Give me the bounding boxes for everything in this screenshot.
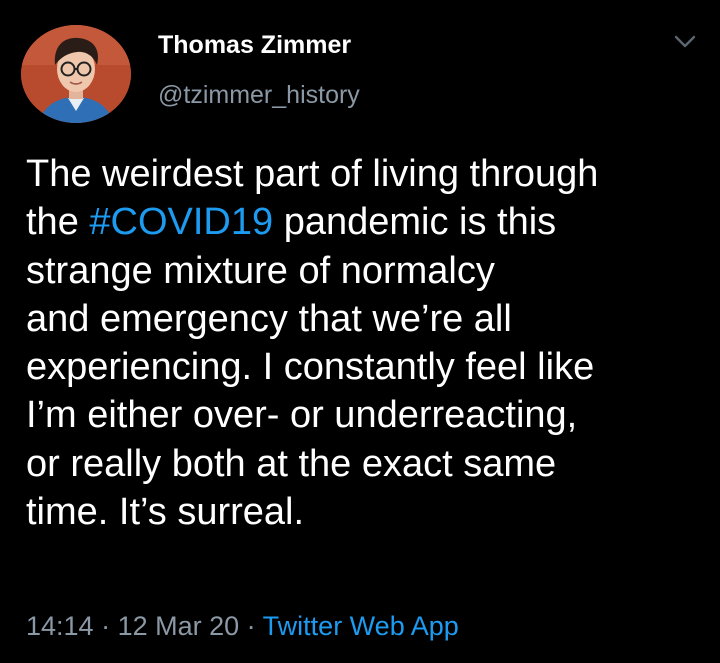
tweet-text-segment: the (26, 201, 90, 244)
tweet-line: The weirdest part of living through (26, 153, 599, 195)
profile-photo-icon (21, 25, 131, 123)
user-info: Thomas Zimmer @tzimmer_history (158, 30, 360, 110)
meta-separator: · (93, 611, 118, 641)
chevron-down-icon[interactable] (673, 32, 697, 52)
meta-separator: · (239, 611, 263, 641)
tweet-text: The weirdest part of living through the … (26, 150, 706, 536)
tweet-line: or really both at the exact same (26, 442, 557, 485)
tweet-text-segment: pandemic is this (273, 201, 557, 244)
tweet-meta: 14:14 · 12 Mar 20 · Twitter Web App (26, 608, 459, 644)
tweet-date[interactable]: 12 Mar 20 (118, 611, 240, 641)
tweet-line: I’m either over- or underreacting, (26, 394, 578, 437)
tweet-line: and emergency that we’re all (26, 297, 512, 340)
hashtag-link[interactable]: #COVID19 (89, 201, 273, 243)
tweet-card: Thomas Zimmer @tzimmer_history The weird… (0, 0, 720, 663)
tweet-line: experiencing. I constantly feel like (26, 346, 595, 389)
tweet-line: the #COVID19 pandemic is this (26, 198, 706, 246)
tweet-time[interactable]: 14:14 (26, 611, 94, 641)
tweet-source-link[interactable]: Twitter Web App (263, 611, 459, 641)
tweet-line: strange mixture of normalcy (26, 249, 495, 292)
display-name[interactable]: Thomas Zimmer (158, 30, 360, 60)
user-handle[interactable]: @tzimmer_history (158, 80, 360, 110)
tweet-line: time. It’s surreal. (26, 491, 305, 534)
avatar[interactable] (21, 25, 131, 123)
